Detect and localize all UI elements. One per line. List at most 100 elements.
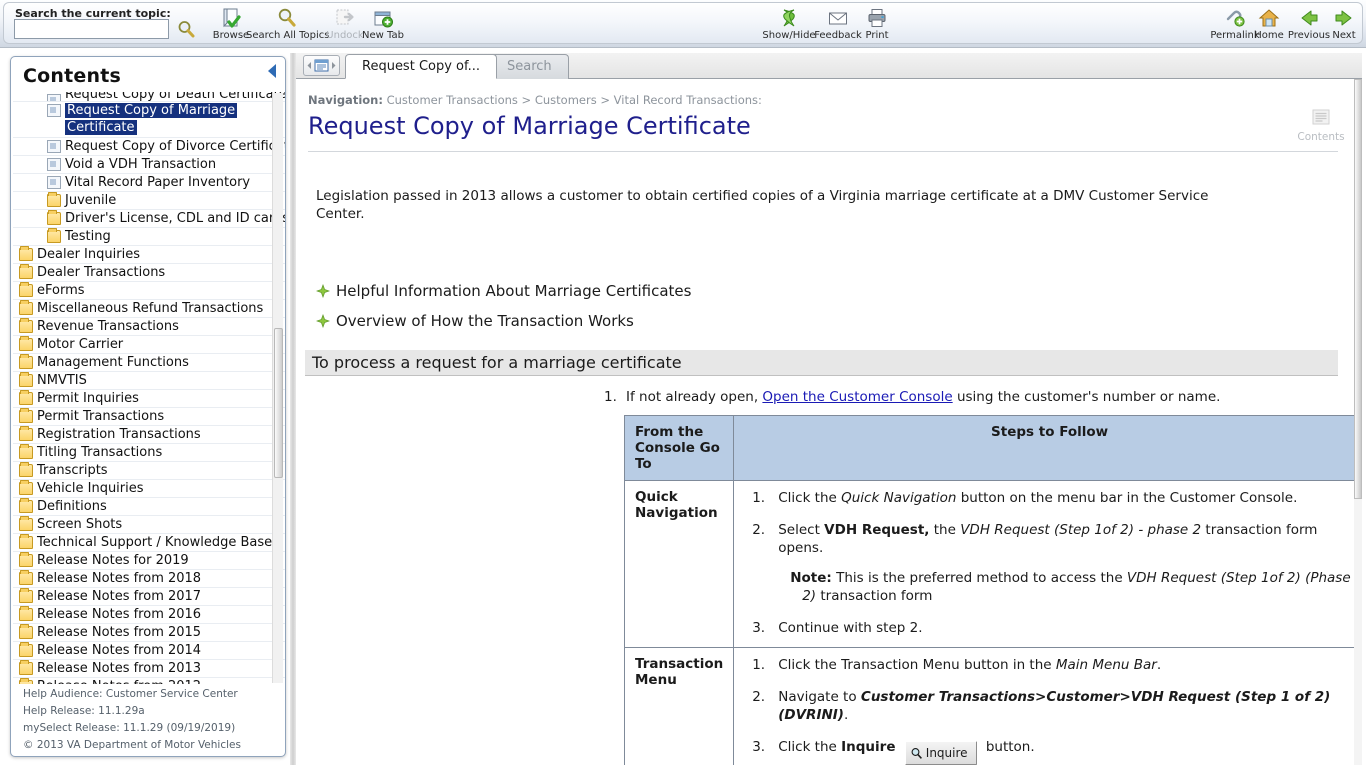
folder-icon [19,426,33,441]
tree-item[interactable]: Release Notes for 2019 [13,552,285,570]
column-header-from-console: From the Console Go To [623,415,735,481]
tree-item-label: Release Notes from 2016 [37,607,202,622]
tree-item[interactable]: Juvenile [13,192,285,210]
tree-item[interactable]: Permit Inquiries [13,390,285,408]
scrollbar-thumb[interactable] [274,328,283,478]
contents-tree-scrollbar[interactable] [272,93,283,683]
folder-icon [19,462,33,477]
scrollbar-thumb[interactable] [1354,79,1362,499]
tree-item[interactable]: Permit Transactions [13,408,285,426]
step-note: Note: This is the preferred method to ac… [790,570,1351,604]
tree-item[interactable]: Release Notes from 2018 [13,570,285,588]
tree-item[interactable]: Definitions [13,498,285,516]
step-number: 1. [752,490,766,506]
page-icon [47,104,61,117]
breadcrumb-label: Navigation: [308,93,383,107]
tree-item[interactable]: Titling Transactions [13,444,285,462]
folder-icon [19,354,33,369]
step-one: 1. If not already open, Open the Custome… [604,389,1326,405]
folder-icon [19,516,33,531]
expand-plus-icon [315,283,331,299]
tree-item-label: Definitions [37,499,107,514]
tree-item[interactable]: Driver's License, CDL and ID cards [13,210,285,228]
table-header-row: From the Console Go To Steps to Follow [623,415,1354,481]
row-steps: 1. Click the Quick Navigation button on t… [733,480,1354,648]
tree-item-label: Request Copy of Death Certificate [65,92,285,102]
section-header: To process a request for a marriage cert… [305,350,1338,376]
tab-search[interactable]: Search [490,54,569,79]
tree-item[interactable]: Miscellaneous Refund Transactions [13,300,285,318]
collapse-left-icon[interactable] [265,63,279,79]
tree-item[interactable]: Motor Carrier [13,336,285,354]
tree-item[interactable]: Release Notes from 2016 [13,606,285,624]
tree-item[interactable]: Request Copy of Marriage Certificate [13,102,285,138]
open-customer-console-link[interactable]: Open the Customer Console [762,389,952,405]
contents-toggle-button[interactable]: Contents [1292,107,1350,151]
new-tab-button[interactable]: New Tab [352,7,414,47]
page-icon [47,140,61,153]
folder-icon [19,336,33,351]
tab-list-icon[interactable] [303,55,340,76]
tree-item[interactable]: Release Notes from 2012 [13,678,285,684]
step-number: 2. [752,522,766,538]
tree-item[interactable]: Registration Transactions [13,426,285,444]
search-icon[interactable] [176,19,196,39]
droplink-overview[interactable]: Overview of How the Transaction Works [315,312,634,330]
print-button[interactable]: Print [846,7,908,47]
contents-title: Contents [23,65,122,87]
contents-tree[interactable]: Request Copy of Death Certificate Request… [13,92,285,684]
tree-item[interactable]: Request Copy of Death Certificate [13,92,285,102]
tab-strip: Request Copy of... Search [296,53,1362,79]
row-steps: 1. Click the Transaction Menu button in t… [733,647,1354,765]
steps-table: From the Console Go To Steps to Follow Q… [623,415,1354,765]
tree-item[interactable]: Dealer Inquiries [13,246,285,264]
page-icon [47,176,61,189]
row-label: Quick Navigation [623,480,735,648]
tree-item-label: Revenue Transactions [37,319,179,334]
droplink-helpful-information[interactable]: Helpful Information About Marriage Certi… [315,282,691,300]
folder-icon [19,678,33,684]
search-input[interactable] [14,19,169,39]
tree-item[interactable]: Release Notes from 2014 [13,642,285,660]
tree-item-label: Release Notes from 2017 [37,589,202,604]
tree-item[interactable]: Release Notes from 2015 [13,624,285,642]
next-label: Next [1332,30,1356,41]
tree-item[interactable]: Release Notes from 2017 [13,588,285,606]
step-number: 1. [604,389,617,405]
top-toolbar: Search the current topic: Browse Search … [0,0,1366,48]
tree-item-label: eForms [37,283,85,298]
tree-item-label: Release Notes from 2018 [37,571,202,586]
tree-item[interactable]: Release Notes from 2013 [13,660,285,678]
tree-item[interactable]: Transcripts [13,462,285,480]
tree-item[interactable]: eForms [13,282,285,300]
tree-item[interactable]: Technical Support / Knowledge Base [13,534,285,552]
folder-icon [47,228,61,243]
tree-item-label: Release Notes for 2019 [37,553,189,568]
folder-icon [19,624,33,639]
content-scrollbar[interactable] [1354,79,1362,765]
tree-item-label: Transcripts [37,463,108,478]
footer-line: Help Release: 11.1.29a [23,705,145,717]
tab-request-copy[interactable]: Request Copy of... [345,54,498,79]
printer-icon [846,7,908,29]
tree-item-label: Management Functions [37,355,189,370]
tree-item[interactable]: Screen Shots [13,516,285,534]
tree-item[interactable]: Request Copy of Divorce Certificate [13,138,285,156]
tree-item[interactable]: Revenue Transactions [13,318,285,336]
tree-item-label: Screen Shots [37,517,123,532]
tree-item-label: Void a VDH Transaction [65,157,217,172]
next-button[interactable]: Next [1324,7,1364,47]
tree-item[interactable]: Dealer Transactions [13,264,285,282]
tree-item-label: Release Notes from 2013 [37,661,202,676]
tree-item[interactable]: NMVTIS [13,372,285,390]
tree-item[interactable]: Vital Record Paper Inventory [13,174,285,192]
step-item: 2. Navigate to Customer Transactions>Cust… [752,689,1331,723]
folder-icon [19,372,33,387]
tree-item[interactable]: Testing [13,228,285,246]
folder-icon [19,606,33,621]
tree-item[interactable]: Void a VDH Transaction [13,156,285,174]
tree-item[interactable]: Vehicle Inquiries [13,480,285,498]
tree-item[interactable]: Management Functions [13,354,285,372]
toolbar-panel: Search the current topic: Browse Search … [3,2,1363,44]
tree-item-label: Request Copy of Divorce Certificate [65,139,285,154]
